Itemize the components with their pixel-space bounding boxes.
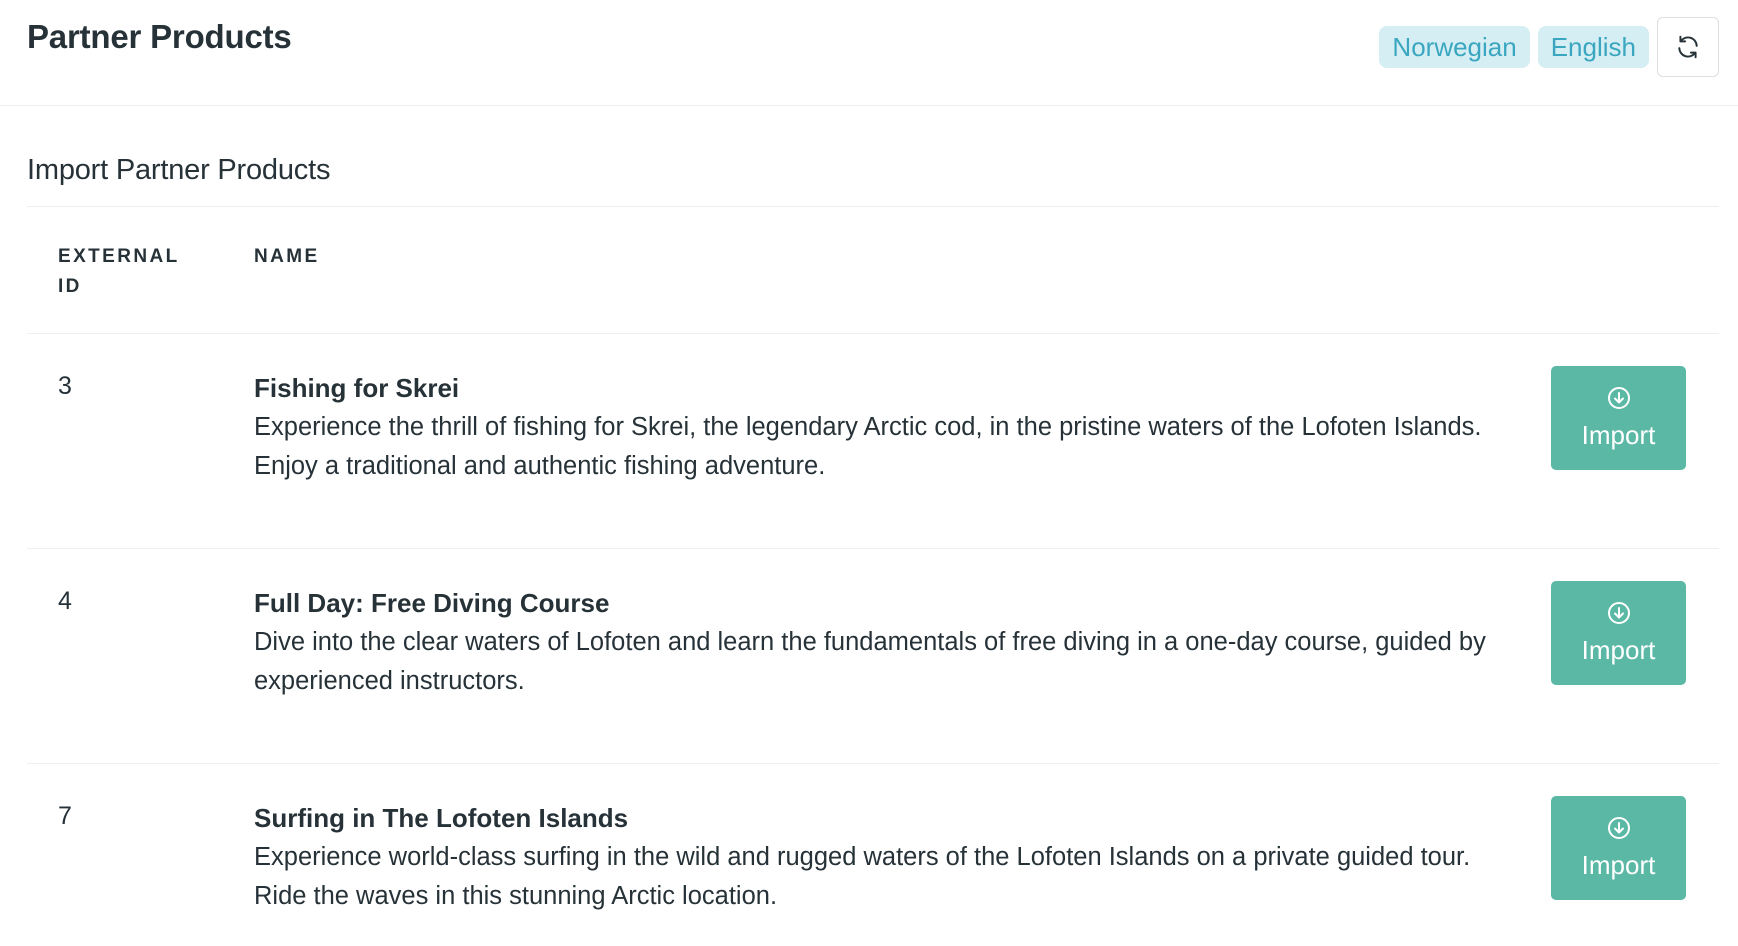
- language-norwegian-badge[interactable]: Norwegian: [1379, 26, 1530, 68]
- table-row: 7 Surfing in The Lofoten Islands Experie…: [27, 764, 1719, 946]
- page-header: Partner Products Norwegian English: [0, 0, 1738, 106]
- download-circle-icon: [1607, 817, 1630, 839]
- import-section: Import Partner Products EXTERNAL ID NAME…: [27, 106, 1719, 946]
- external-id-cell: 4: [58, 587, 72, 615]
- name-cell: Full Day: Free Diving Course Dive into t…: [254, 585, 1494, 701]
- name-cell: Surfing in The Lofoten Islands Experienc…: [254, 800, 1494, 916]
- page-title: Partner Products: [27, 18, 292, 55]
- refresh-icon: [1678, 35, 1698, 59]
- product-title: Fishing for Skrei: [254, 373, 460, 403]
- download-circle-icon: [1607, 387, 1630, 409]
- header-actions: Norwegian English: [1379, 17, 1719, 77]
- language-english-badge[interactable]: English: [1537, 26, 1649, 68]
- column-header-external-id: EXTERNAL ID: [58, 246, 180, 297]
- partner-products-page: Partner Products Norwegian English Impor…: [0, 0, 1738, 946]
- import-button-label: Import: [1581, 420, 1656, 450]
- table-row: 3 Fishing for Skrei Experience the thril…: [27, 334, 1719, 549]
- section-title: Import Partner Products: [27, 106, 1719, 207]
- products-table: EXTERNAL ID NAME 3 Fishing for Skrei Exp…: [27, 207, 1719, 946]
- refresh-button[interactable]: [1657, 17, 1719, 77]
- import-button-label: Import: [1581, 850, 1656, 880]
- product-description: Experience the thrill of fishing for Skr…: [254, 413, 1482, 480]
- import-button[interactable]: Import: [1551, 581, 1686, 685]
- external-id-cell: 3: [58, 372, 72, 400]
- table-header: EXTERNAL ID NAME: [27, 207, 1719, 334]
- product-title: Full Day: Free Diving Course: [254, 588, 610, 618]
- column-header-name: NAME: [254, 246, 320, 267]
- name-cell: Fishing for Skrei Experience the thrill …: [254, 370, 1494, 486]
- product-description: Experience world-class surfing in the wi…: [254, 843, 1471, 910]
- external-id-cell: 7: [58, 802, 72, 830]
- product-description: Dive into the clear waters of Lofoten an…: [254, 628, 1486, 695]
- import-button[interactable]: Import: [1551, 366, 1686, 470]
- download-circle-icon: [1607, 602, 1630, 624]
- import-button-label: Import: [1581, 635, 1656, 665]
- table-row: 4 Full Day: Free Diving Course Dive into…: [27, 549, 1719, 764]
- product-title: Surfing in The Lofoten Islands: [254, 803, 629, 833]
- import-button[interactable]: Import: [1551, 796, 1686, 900]
